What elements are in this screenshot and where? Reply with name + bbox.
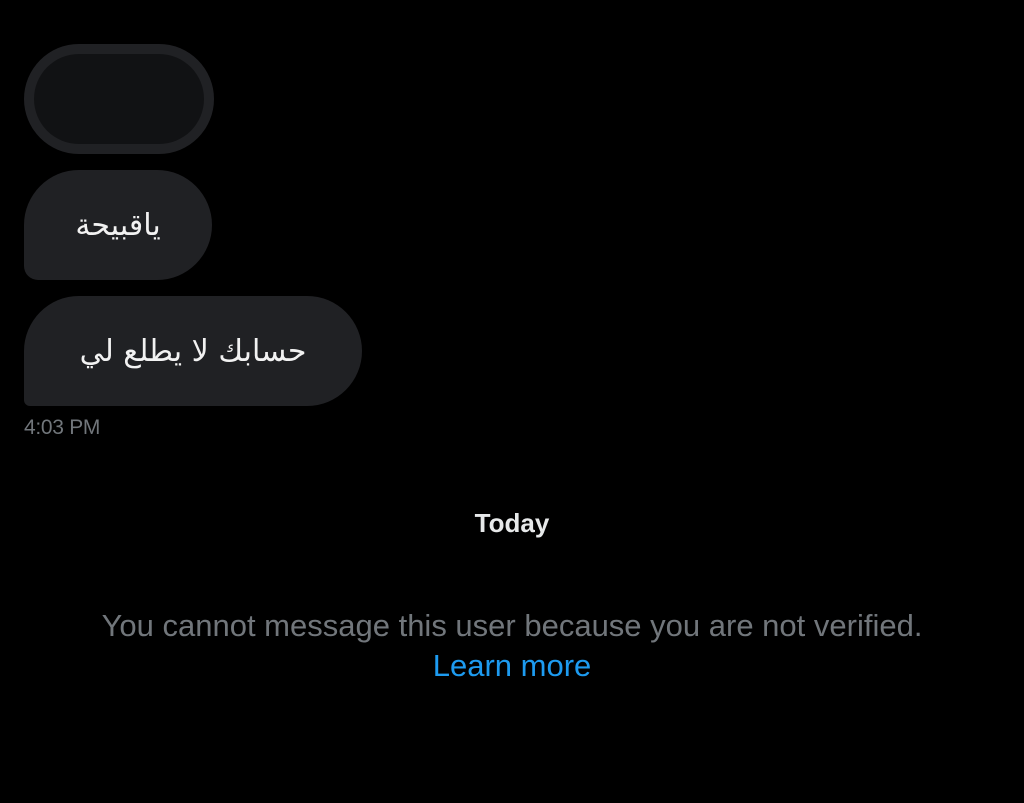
message-bubble[interactable]: حسابك لا يطلع لي [24,296,362,406]
notice-message: You cannot message this user because you… [101,608,923,643]
message-text: ياقبيحة [75,207,161,243]
redaction-mark [34,54,204,144]
learn-more-link[interactable]: Learn more [433,646,592,686]
message-bubble[interactable]: ياقبيحة [24,170,212,280]
day-separator: Today [474,508,550,538]
message-timestamp: 4:03 PM [24,416,101,439]
dm-conversation-screen: ياقبيحة حسابك لا يطلع لي 4:03 PM Today Y… [0,0,1024,803]
message-text: حسابك لا يطلع لي [79,333,307,369]
not-verified-notice: You cannot message this user because you… [0,606,1024,686]
message-bubble-redacted[interactable] [24,44,214,154]
